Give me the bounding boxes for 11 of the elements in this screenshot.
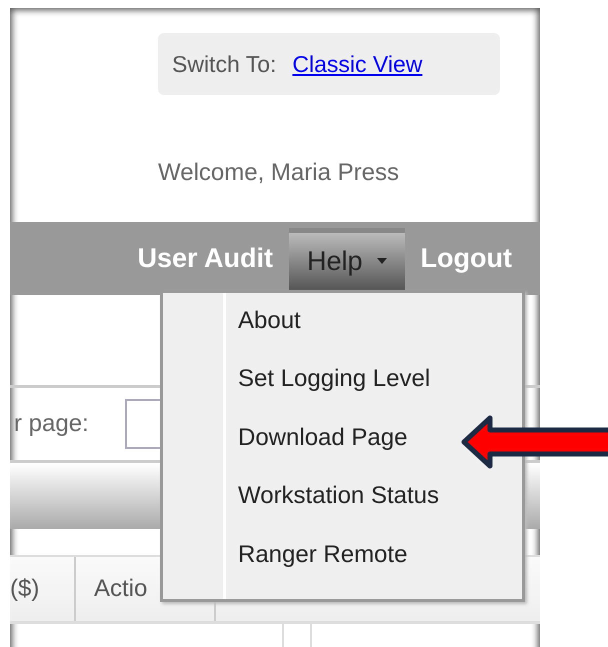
menu-item[interactable]: About (238, 307, 439, 366)
nav-menu-item[interactable]: Help (289, 228, 405, 290)
menu-item[interactable]: Set Logging Level (238, 365, 439, 424)
page-size-label: r page: (14, 410, 89, 438)
classic-view-link[interactable]: Classic View (292, 50, 422, 78)
welcome-text: Welcome, Maria Press (158, 159, 399, 187)
column-header: ($) (10, 557, 76, 621)
menu-item[interactable]: Workstation Status (238, 482, 439, 541)
menu-item[interactable]: Ranger Remote (238, 540, 439, 600)
switch-label: Switch To: (172, 50, 276, 78)
menu-item[interactable]: Download Page (238, 424, 439, 482)
